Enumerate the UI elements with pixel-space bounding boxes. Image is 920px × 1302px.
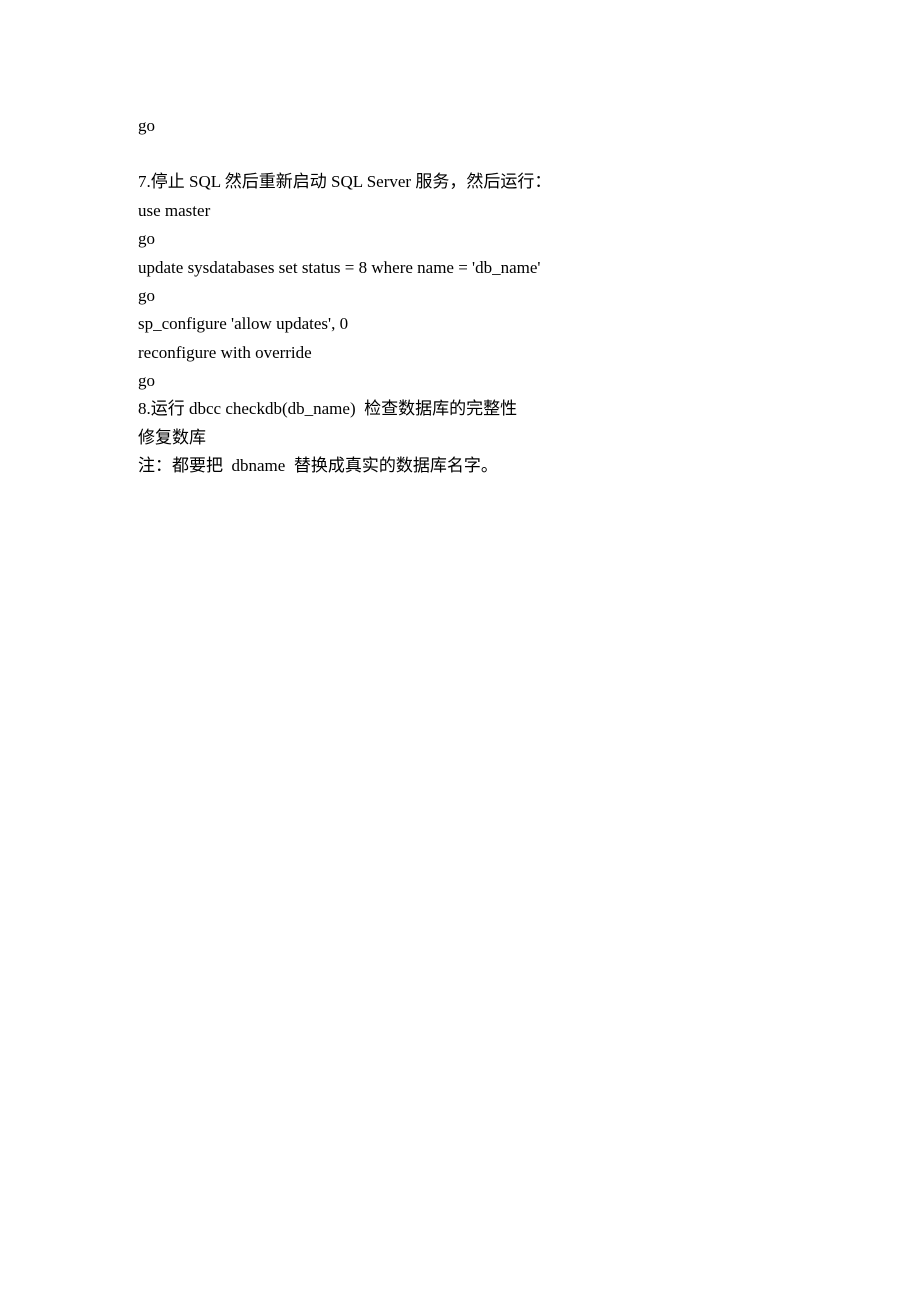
text-line: 修复数库 (138, 424, 820, 452)
text-line: use master (138, 197, 820, 225)
text-line: 8.运行 dbcc checkdb(db_name) 检查数据库的完整性 (138, 395, 820, 423)
text-line: go (138, 112, 820, 140)
text-line: reconfigure with override (138, 339, 820, 367)
text-line: sp_configure 'allow updates', 0 (138, 310, 820, 338)
text-line: go (138, 225, 820, 253)
blank-line (138, 140, 820, 168)
document-content: go 7.停止 SQL 然后重新启动 SQL Server 服务，然后运行： u… (138, 112, 820, 481)
text-line: 注：都要把 dbname 替换成真实的数据库名字。 (138, 452, 820, 480)
text-line: 7.停止 SQL 然后重新启动 SQL Server 服务，然后运行： (138, 168, 820, 196)
text-line: go (138, 367, 820, 395)
text-line: update sysdatabases set status = 8 where… (138, 254, 820, 282)
text-line: go (138, 282, 820, 310)
